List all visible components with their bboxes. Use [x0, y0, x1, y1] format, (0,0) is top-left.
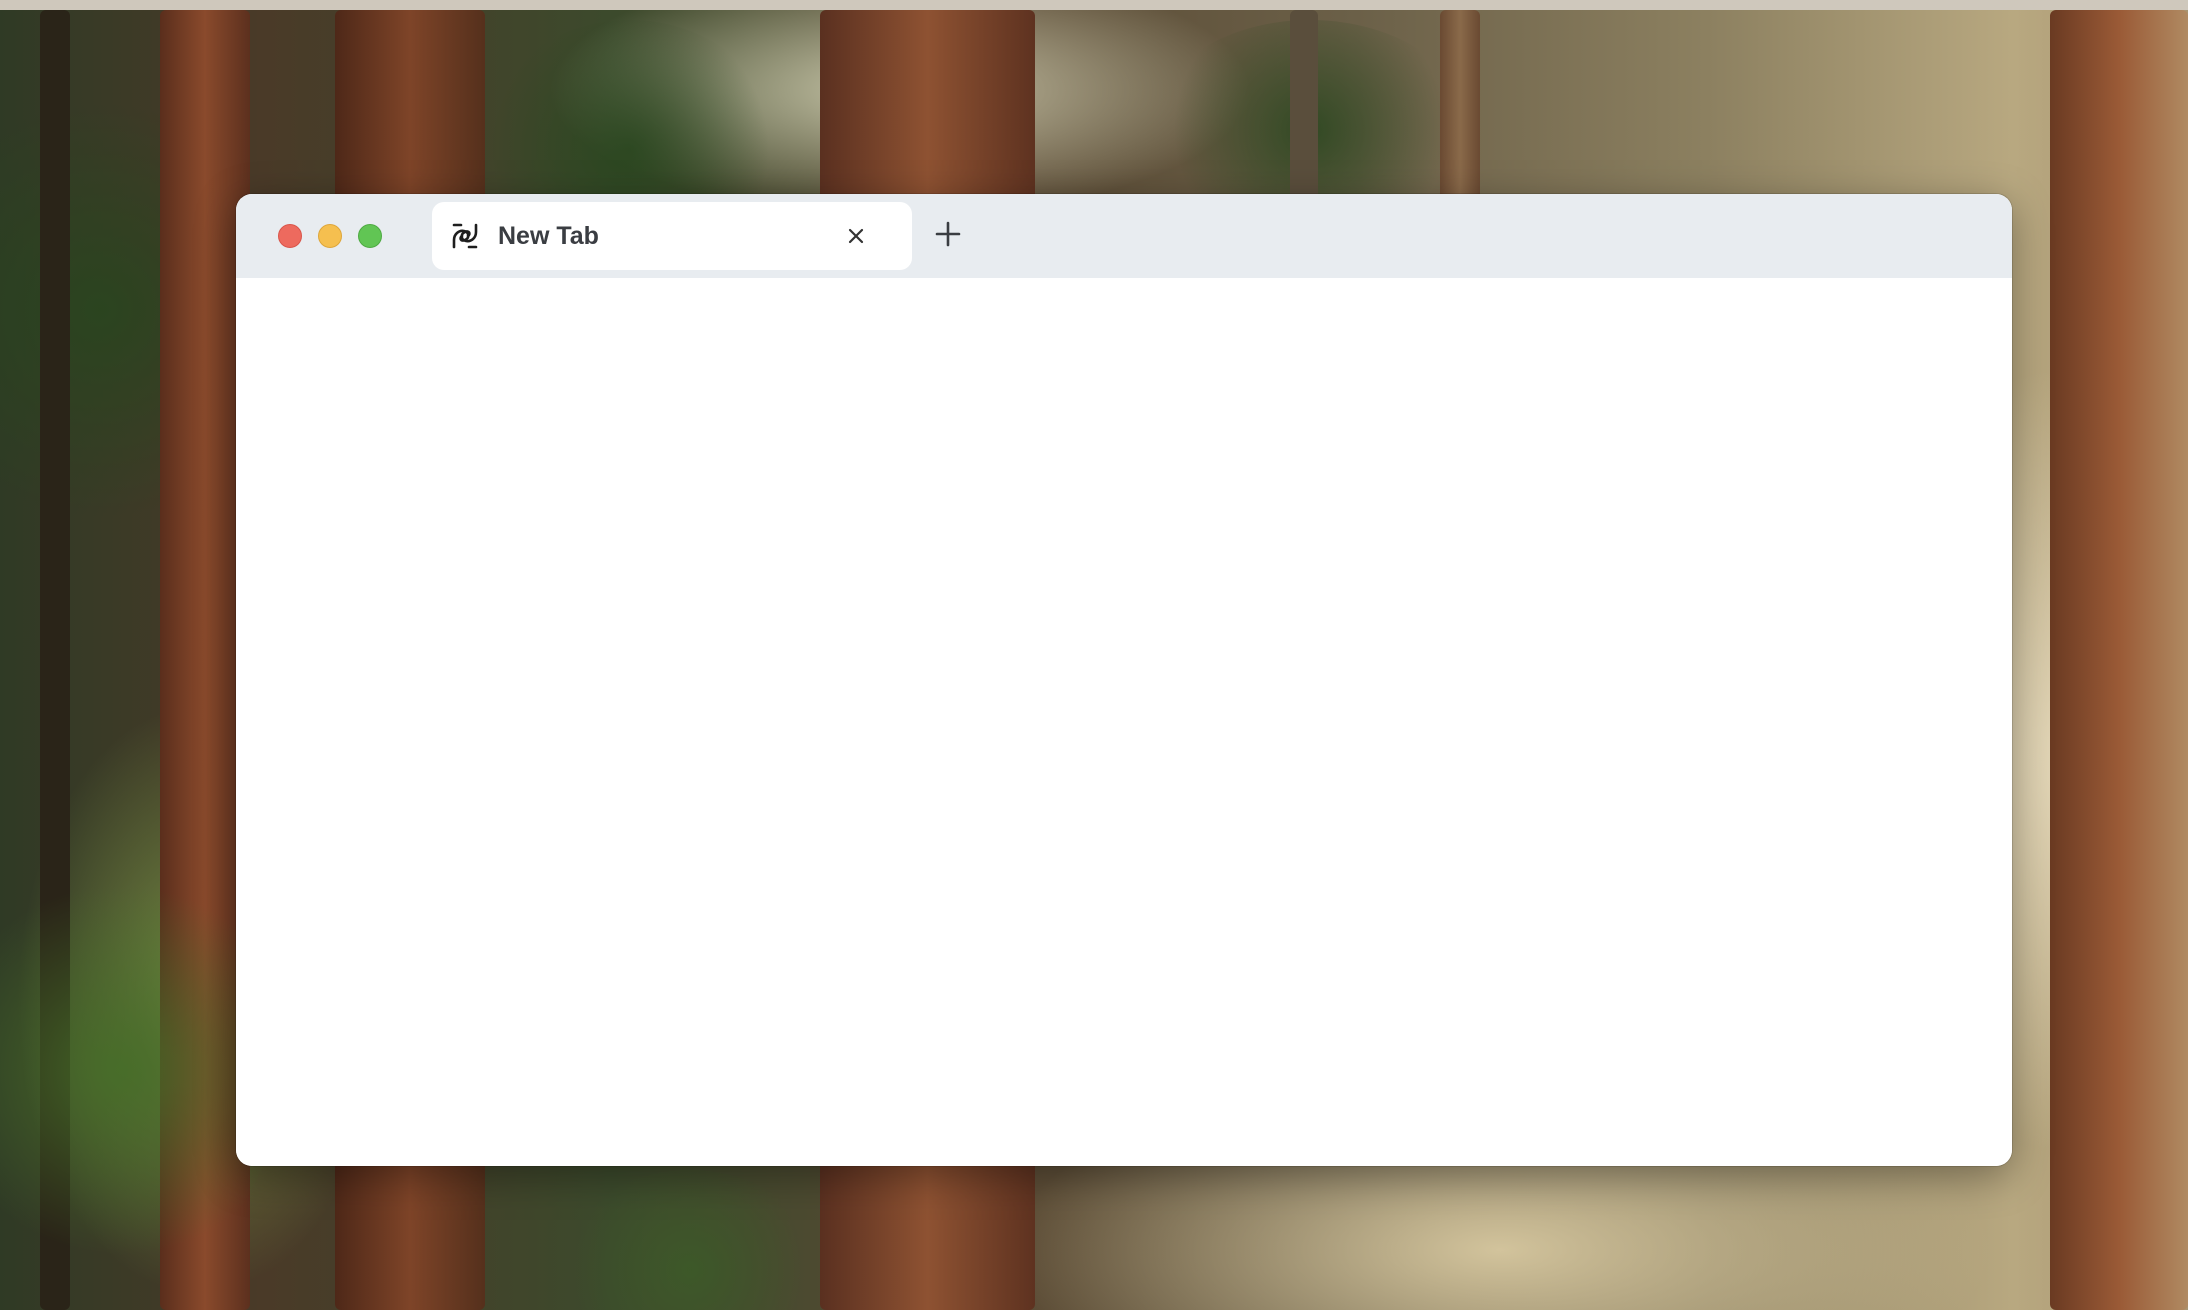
browser-logo-icon — [448, 219, 482, 253]
window-maximize-button[interactable] — [358, 224, 382, 248]
tab-new-tab[interactable]: New Tab — [432, 202, 912, 270]
close-icon[interactable] — [836, 216, 876, 256]
desktop: New Tab — [0, 0, 2188, 1310]
window-close-button[interactable] — [278, 224, 302, 248]
title-bar: New Tab — [236, 194, 2012, 278]
plus-icon — [935, 221, 961, 252]
tab-label: New Tab — [498, 221, 599, 250]
browser-window: New Tab — [236, 194, 2012, 1166]
page-content-area — [236, 278, 2012, 1166]
window-minimize-button[interactable] — [318, 224, 342, 248]
new-tab-button[interactable] — [926, 214, 970, 258]
menu-bar-strip — [0, 0, 2188, 10]
